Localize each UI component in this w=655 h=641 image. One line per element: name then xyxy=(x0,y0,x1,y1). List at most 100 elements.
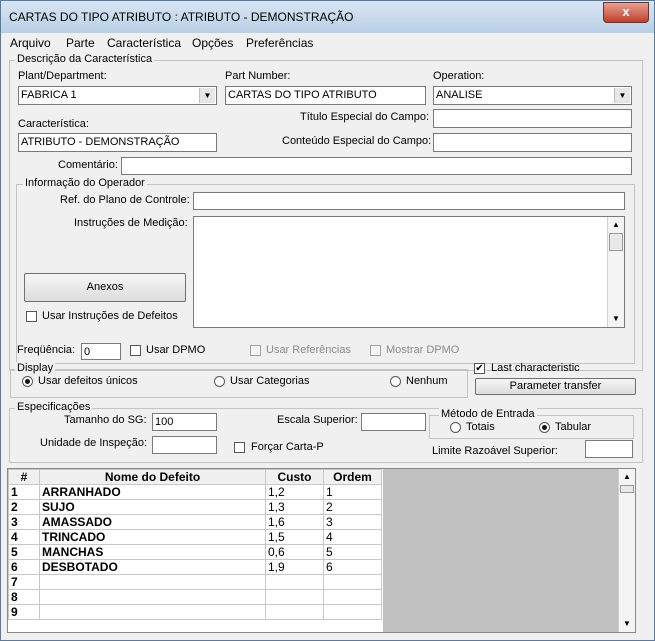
menu-preferencias[interactable]: Preferências xyxy=(246,36,313,50)
table-row[interactable]: 1 ARRANHADO 1,2 1 xyxy=(8,484,382,500)
custo-cell[interactable] xyxy=(265,589,324,605)
plant-select[interactable]: FABRICA 1 ▼ xyxy=(18,86,217,105)
forcar-carta-p-checkbox[interactable] xyxy=(234,442,245,453)
limite-razoavel-input[interactable] xyxy=(585,440,633,458)
grid-scroll-thumb[interactable] xyxy=(620,485,634,493)
ordem-cell[interactable]: 2 xyxy=(323,499,382,515)
table-row[interactable]: 3 AMASSADO 1,6 3 xyxy=(8,514,382,530)
row-number[interactable]: 4 xyxy=(8,529,40,545)
ref-plano-label: Ref. do Plano de Controle: xyxy=(60,194,190,206)
custo-cell[interactable]: 1,6 xyxy=(265,514,324,530)
scroll-down-icon[interactable]: ▼ xyxy=(608,311,624,327)
instrucoes-textarea[interactable]: ▲ ▼ xyxy=(193,216,625,328)
ordem-cell[interactable] xyxy=(323,589,382,605)
display-categorias-radio[interactable] xyxy=(214,376,225,387)
defect-name-cell[interactable] xyxy=(39,604,266,620)
row-number[interactable]: 6 xyxy=(8,559,40,575)
custo-cell[interactable]: 1,3 xyxy=(265,499,324,515)
row-number[interactable]: 1 xyxy=(8,484,40,500)
row-number[interactable]: 8 xyxy=(8,589,40,605)
titulo-input[interactable] xyxy=(433,109,632,128)
ref-plano-input[interactable] xyxy=(193,192,625,210)
defects-grid[interactable]: # Nome do Defeito Custo Ordem 1 ARRANHADO… xyxy=(7,468,636,633)
grid-scroll-up-icon[interactable]: ▲ xyxy=(619,469,635,485)
menu-caracteristica[interactable]: Característica xyxy=(107,36,181,50)
tamanho-sg-label: Tamanho do SG: xyxy=(64,414,147,426)
col-header-custo[interactable]: Custo xyxy=(265,469,324,485)
comentario-input[interactable] xyxy=(121,157,632,175)
part-number-input[interactable]: CARTAS DO TIPO ATRIBUTO xyxy=(225,86,426,105)
table-row[interactable]: 5 MANCHAS 0,6 5 xyxy=(8,544,382,560)
row-number[interactable]: 7 xyxy=(8,574,40,590)
defect-name-cell[interactable]: AMASSADO xyxy=(39,514,266,530)
scroll-thumb[interactable] xyxy=(609,233,623,251)
ordem-cell[interactable] xyxy=(323,604,382,620)
usar-dpmo-checkbox[interactable] xyxy=(130,345,141,356)
ordem-cell[interactable]: 6 xyxy=(323,559,382,575)
row-number[interactable]: 5 xyxy=(8,544,40,560)
defect-name-cell[interactable]: MANCHAS xyxy=(39,544,266,560)
custo-cell[interactable]: 1,2 xyxy=(265,484,324,500)
close-button[interactable]: x xyxy=(603,2,649,23)
table-row[interactable]: 9 xyxy=(8,604,382,620)
ordem-cell[interactable]: 4 xyxy=(323,529,382,545)
frequencia-input[interactable]: 0 xyxy=(81,343,121,360)
conteudo-input[interactable] xyxy=(433,133,632,152)
last-characteristic-checkbox[interactable]: ✔ xyxy=(474,363,485,374)
defect-name-cell[interactable]: ARRANHADO xyxy=(39,484,266,500)
defect-name-cell[interactable]: DESBOTADO xyxy=(39,559,266,575)
escala-superior-label: Escala Superior: xyxy=(277,414,358,426)
operation-dropdown-icon[interactable]: ▼ xyxy=(614,88,630,103)
defect-name-cell[interactable]: TRINCADO xyxy=(39,529,266,545)
table-row[interactable]: 4 TRINCADO 1,5 4 xyxy=(8,529,382,545)
display-unicos-radio[interactable] xyxy=(22,376,33,387)
table-row[interactable]: 6 DESBOTADO 1,9 6 xyxy=(8,559,382,575)
custo-cell[interactable]: 1,5 xyxy=(265,529,324,545)
defect-name-cell[interactable] xyxy=(39,589,266,605)
custo-cell[interactable]: 0,6 xyxy=(265,544,324,560)
ordem-cell[interactable]: 5 xyxy=(323,544,382,560)
ordem-cell[interactable]: 3 xyxy=(323,514,382,530)
plant-dropdown-icon[interactable]: ▼ xyxy=(199,88,215,103)
table-row[interactable]: 2 SUJO 1,3 2 xyxy=(8,499,382,515)
custo-cell[interactable]: 1,9 xyxy=(265,559,324,575)
metodo-legend: Método de Entrada xyxy=(439,408,537,420)
instrucoes-scrollbar[interactable]: ▲ ▼ xyxy=(607,217,624,327)
defect-name-cell[interactable] xyxy=(39,574,266,590)
tamanho-sg-input[interactable]: 100 xyxy=(152,413,217,431)
metodo-totais-radio[interactable] xyxy=(450,422,461,433)
usar-dpmo-label: Usar DPMO xyxy=(146,344,206,356)
usar-referencias-checkbox[interactable] xyxy=(250,345,261,356)
ordem-cell[interactable]: 1 xyxy=(323,484,382,500)
grid-scrollbar[interactable]: ▲ ▼ xyxy=(618,469,635,632)
usar-instrucoes-checkbox[interactable] xyxy=(26,311,37,322)
row-number[interactable]: 2 xyxy=(8,499,40,515)
unidade-inspecao-input[interactable] xyxy=(152,436,217,454)
menu-parte[interactable]: Parte xyxy=(66,36,95,50)
table-row[interactable]: 7 xyxy=(8,574,382,590)
col-header-nome[interactable]: Nome do Defeito xyxy=(39,469,266,485)
parameter-transfer-button[interactable]: Parameter transfer xyxy=(475,378,636,395)
row-number[interactable]: 9 xyxy=(8,604,40,620)
custo-cell[interactable] xyxy=(265,604,324,620)
menu-opcoes[interactable]: Opções xyxy=(192,36,233,50)
descricao-legend: Descrição da Característica xyxy=(15,53,155,65)
row-number[interactable]: 3 xyxy=(8,514,40,530)
menu-arquivo[interactable]: Arquivo xyxy=(10,36,51,50)
grid-scroll-down-icon[interactable]: ▼ xyxy=(619,616,635,632)
anexos-button[interactable]: Anexos xyxy=(24,273,186,302)
scroll-up-icon[interactable]: ▲ xyxy=(608,217,624,233)
operation-select[interactable]: ANALISE ▼ xyxy=(433,86,632,105)
escala-superior-input[interactable] xyxy=(361,413,426,431)
col-header-ordem[interactable]: Ordem xyxy=(323,469,382,485)
table-row[interactable]: 8 xyxy=(8,589,382,605)
mostrar-dpmo-checkbox[interactable] xyxy=(370,345,381,356)
caracteristica-input[interactable]: ATRIBUTO - DEMONSTRAÇÃO xyxy=(18,133,217,152)
custo-cell[interactable] xyxy=(265,574,324,590)
ordem-cell[interactable] xyxy=(323,574,382,590)
metodo-tabular-radio[interactable] xyxy=(539,422,550,433)
unidade-inspecao-label: Unidade de Inspeção: xyxy=(40,437,148,449)
display-nenhum-radio[interactable] xyxy=(390,376,401,387)
col-header-num[interactable]: # xyxy=(8,469,40,485)
defect-name-cell[interactable]: SUJO xyxy=(39,499,266,515)
